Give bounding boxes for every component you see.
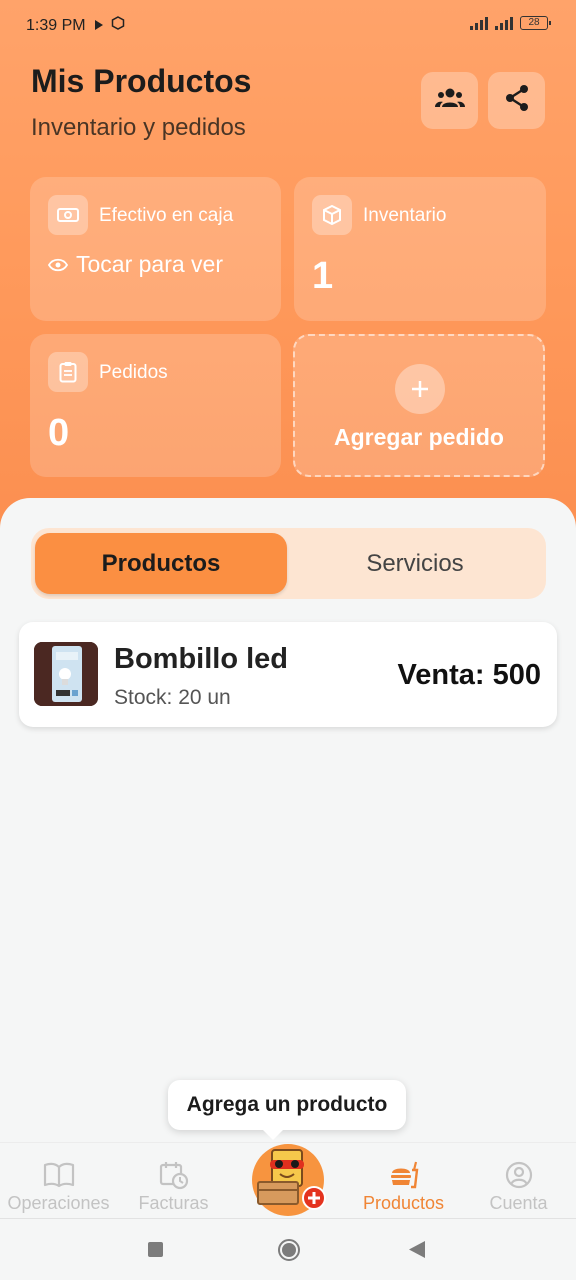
book-icon: [1, 1157, 116, 1193]
nav-divider: [0, 1218, 576, 1219]
box-icon: [312, 195, 352, 235]
battery-icon: 28: [520, 16, 551, 30]
play-icon: [94, 18, 104, 36]
team-icon: [434, 86, 466, 115]
add-order-label: Agregar pedido: [334, 424, 504, 450]
burger-icon: [346, 1157, 461, 1193]
inventory-card[interactable]: Inventario 1: [294, 177, 546, 321]
notification-app-icon: [111, 16, 125, 35]
signal-icon: [470, 16, 488, 30]
home-icon[interactable]: [277, 1238, 301, 1267]
page-subtitle: Inventario y pedidos: [31, 114, 246, 141]
tab-servicios[interactable]: Servicios: [289, 533, 541, 594]
team-button[interactable]: [421, 72, 478, 129]
orders-label: Pedidos: [99, 362, 168, 383]
product-price: Venta: 500: [397, 659, 541, 691]
cash-icon: [48, 195, 88, 235]
status-bar: 1:39 PM 28: [0, 0, 576, 54]
tab-productos[interactable]: Productos: [35, 533, 287, 594]
nav-cuenta-label: Cuenta: [489, 1193, 548, 1213]
nav-operaciones-label: Operaciones: [7, 1193, 110, 1213]
page-title: Mis Productos: [31, 63, 252, 99]
add-product-tooltip: Agrega un producto: [168, 1080, 406, 1140]
user-circle-icon: [461, 1157, 576, 1193]
eye-icon: [47, 251, 69, 278]
inventory-label: Inventario: [363, 205, 447, 226]
back-icon[interactable]: [409, 1241, 425, 1263]
cash-reveal-hint[interactable]: Tocar para ver: [47, 251, 224, 278]
share-button[interactable]: [488, 72, 545, 129]
product-image: [34, 642, 98, 706]
orders-value: 0: [48, 412, 70, 454]
system-nav-bar: [0, 1222, 576, 1280]
calendar-clock-icon: [116, 1157, 231, 1193]
inventory-value: 1: [312, 255, 334, 297]
product-stock: Stock: 20 un: [114, 686, 231, 709]
nav-productos[interactable]: Productos: [346, 1157, 461, 1214]
cash-card[interactable]: Efectivo en caja Tocar para ver: [30, 177, 281, 321]
product-card[interactable]: Bombillo led Stock: 20 un Venta: 500: [19, 622, 557, 727]
status-time: 1:39 PM: [26, 17, 86, 34]
nav-cuenta[interactable]: Cuenta: [461, 1157, 576, 1214]
add-product-button[interactable]: [252, 1144, 326, 1216]
signal-icon: [495, 16, 513, 30]
nav-productos-label: Productos: [362, 1193, 445, 1213]
clipboard-icon: [48, 352, 88, 392]
plus-icon: [395, 364, 445, 414]
add-order-button[interactable]: Agregar pedido: [293, 334, 545, 477]
cash-hint-text: Tocar para ver: [76, 251, 224, 277]
product-name: Bombillo led: [114, 643, 288, 675]
segment-control: Productos Servicios: [31, 528, 546, 599]
nav-operaciones[interactable]: Operaciones: [1, 1157, 116, 1214]
nav-facturas-label: Facturas: [138, 1193, 209, 1213]
recents-icon[interactable]: [148, 1242, 163, 1262]
share-icon: [504, 84, 530, 117]
nav-facturas[interactable]: Facturas: [116, 1157, 231, 1214]
cash-label: Efectivo en caja: [99, 205, 234, 226]
orders-card[interactable]: Pedidos 0: [30, 334, 281, 477]
